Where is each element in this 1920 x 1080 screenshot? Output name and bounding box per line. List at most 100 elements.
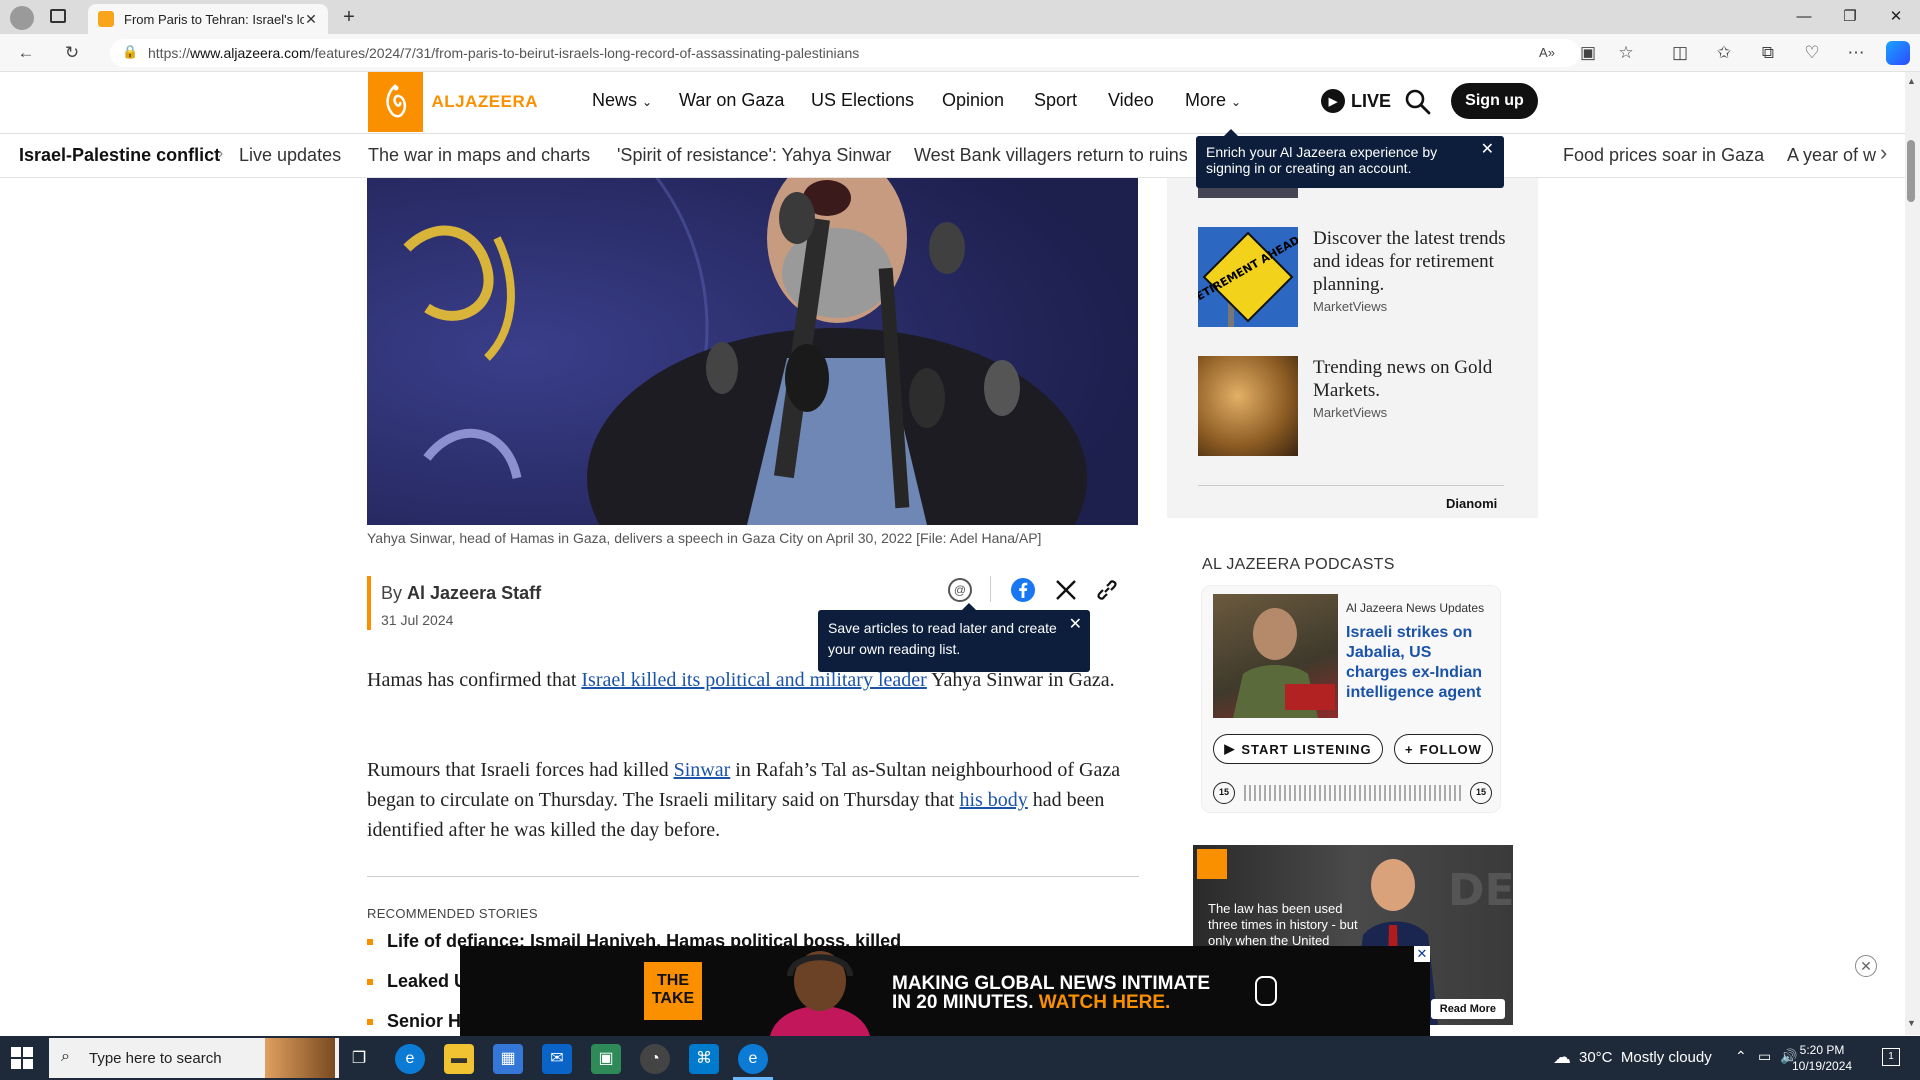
- immersive-reader-icon[interactable]: ▣: [1576, 42, 1600, 64]
- mail-icon[interactable]: ✉: [542, 1044, 572, 1074]
- ad-close-icon[interactable]: ✕: [1414, 946, 1430, 962]
- browser-essentials-icon[interactable]: ♡: [1800, 42, 1824, 64]
- nav-video[interactable]: Video: [1108, 90, 1154, 111]
- taskbar-search-placeholder: Type here to search: [89, 1049, 222, 1067]
- the-take-logo: THE TAKE: [644, 962, 702, 1020]
- hero-caption: Yahya Sinwar, head of Hamas in Gaza, del…: [367, 530, 1042, 546]
- tab-actions-icon[interactable]: [50, 9, 66, 23]
- weather-widget[interactable]: ☁ 30°C Mostly cloudy: [1553, 1047, 1712, 1068]
- bookmark-icon[interactable]: @: [948, 578, 972, 602]
- skip-forward-icon[interactable]: 15: [1470, 782, 1492, 804]
- notifications-icon[interactable]: 1: [1882, 1048, 1900, 1066]
- back-icon[interactable]: ←: [14, 42, 38, 64]
- scroll-up-icon[interactable]: ▲: [1907, 76, 1916, 86]
- taskbar-clock[interactable]: 5:20 PM 10/19/2024: [1792, 1042, 1852, 1074]
- window-close-icon[interactable]: ✕: [1882, 6, 1910, 28]
- recommended-item[interactable]: Leaked U: [367, 971, 467, 992]
- chevron-right-icon[interactable]: ›: [1880, 140, 1887, 166]
- network-icon[interactable]: ▭: [1758, 1048, 1771, 1065]
- dianomi-logo[interactable]: Dianomi: [1446, 496, 1497, 511]
- nav-label: More: [1185, 90, 1227, 110]
- topic-title[interactable]: Israel-Palestine conflict: [19, 145, 220, 166]
- nav-news[interactable]: News ⌄: [592, 90, 652, 111]
- minimize-icon[interactable]: —: [1790, 6, 1818, 28]
- store-icon[interactable]: ▦: [493, 1044, 523, 1074]
- search-icon[interactable]: [1404, 88, 1432, 116]
- podcasts-heading: AL JAZEERA PODCASTS: [1202, 556, 1395, 573]
- edge-icon[interactable]: e: [395, 1044, 425, 1074]
- browser-tab-active[interactable]: From Paris to Tehran: Israel's long ✕: [88, 4, 328, 34]
- vscode-icon[interactable]: ⌘: [689, 1044, 719, 1074]
- profile-icon[interactable]: [10, 6, 34, 30]
- article-link-sinwar[interactable]: Sinwar: [674, 759, 731, 781]
- file-explorer-icon[interactable]: ▬: [444, 1044, 474, 1074]
- promo-title[interactable]: Discover the latest trends and ideas for…: [1313, 227, 1513, 296]
- topic-a-year-of-war[interactable]: A year of w: [1787, 145, 1885, 166]
- task-view-icon[interactable]: ❐: [344, 1044, 374, 1074]
- bottom-banner-ad[interactable]: THE TAKE MAKING GLOBAL NEWS INTIMATE IN …: [460, 946, 1430, 1036]
- app-icon[interactable]: ◔: [640, 1044, 670, 1074]
- podcast-cover-image[interactable]: [1213, 594, 1338, 718]
- read-aloud-icon[interactable]: A»: [1535, 42, 1559, 64]
- follow-button[interactable]: + FOLLOW: [1394, 734, 1493, 764]
- collections-icon[interactable]: ⧉: [1756, 42, 1780, 64]
- recommended-item[interactable]: Senior Ha: [367, 1011, 471, 1032]
- article-link-israel-killed[interactable]: Israel killed its political and military…: [581, 669, 926, 691]
- scroll-down-icon[interactable]: ▼: [1907, 1018, 1916, 1028]
- address-bar[interactable]: 🔒 https://www.aljazeera.com/features/202…: [110, 39, 1580, 67]
- byline-author[interactable]: Al Jazeera Staff: [407, 583, 541, 603]
- topic-west-bank[interactable]: West Bank villagers return to ruins: [914, 145, 1188, 166]
- restore-icon[interactable]: ❐: [1836, 6, 1864, 28]
- p1-text-end: Yahya Sinwar in Gaza.: [926, 669, 1115, 691]
- audio-waveform-scrubber[interactable]: [1244, 785, 1462, 801]
- podcast-title[interactable]: Israeli strikes on Jabalia, US charges e…: [1346, 623, 1496, 703]
- gold-nuggets-image[interactable]: [1198, 356, 1298, 456]
- live-button[interactable]: ▶ LIVE: [1321, 89, 1391, 113]
- edge-active-icon[interactable]: e: [738, 1044, 768, 1074]
- favorite-star-icon[interactable]: ☆: [1614, 42, 1638, 64]
- aljazeera-logo[interactable]: ALJAZEERA: [368, 72, 538, 132]
- split-screen-icon[interactable]: ◫: [1668, 42, 1692, 64]
- logo-wordmark: ALJAZEERA: [431, 92, 538, 111]
- nav-us-elections[interactable]: US Elections: [811, 90, 914, 111]
- share-divider: [990, 576, 991, 602]
- close-icon[interactable]: ✕: [1069, 614, 1082, 635]
- favorites-icon[interactable]: ✩: [1712, 42, 1736, 64]
- copilot-icon[interactable]: [1886, 41, 1910, 65]
- start-windows-icon[interactable]: [10, 1046, 34, 1070]
- retirement-sign-image[interactable]: RETIREMENT AHEAD: [1198, 227, 1298, 327]
- scrollbar-thumb[interactable]: [1907, 140, 1915, 202]
- more-options-icon[interactable]: ⋯: [1844, 42, 1868, 64]
- nav-opinion[interactable]: Opinion: [942, 90, 1004, 111]
- lock-icon[interactable]: 🔒: [122, 44, 138, 60]
- skip-back-icon[interactable]: 15: [1213, 782, 1235, 804]
- facebook-icon[interactable]: [1011, 578, 1035, 602]
- sign-up-button[interactable]: Sign up: [1451, 83, 1538, 119]
- topic-food-prices[interactable]: Food prices soar in Gaza: [1563, 145, 1764, 166]
- article-link-his-body[interactable]: his body: [959, 789, 1027, 811]
- url-path: /features/2024/7/31/from-paris-to-beirut…: [310, 45, 860, 61]
- bottom-ad-headline: MAKING GLOBAL NEWS INTIMATE IN 20 MINUTE…: [892, 974, 1210, 1012]
- refresh-icon[interactable]: ↻: [60, 42, 84, 64]
- chevron-up-icon[interactable]: ⌃: [1735, 1048, 1747, 1065]
- page-scrollbar[interactable]: [1905, 72, 1920, 1035]
- copy-link-icon[interactable]: [1095, 578, 1119, 602]
- nav-more[interactable]: More ⌄: [1185, 90, 1241, 111]
- taskbar-search-input[interactable]: ⌕ Type here to search: [49, 1038, 339, 1078]
- nav-war-on-gaza[interactable]: War on Gaza: [679, 90, 784, 111]
- topic-spirit-of-resistance[interactable]: 'Spirit of resistance': Yahya Sinwar: [617, 145, 891, 166]
- start-listening-button[interactable]: ▶ START LISTENING: [1213, 734, 1383, 764]
- nav-label: News: [592, 90, 638, 110]
- promo-title[interactable]: Trending news on Gold Markets.: [1313, 356, 1513, 402]
- close-icon[interactable]: ✕: [1481, 142, 1494, 158]
- new-tab-icon[interactable]: +: [338, 6, 360, 28]
- read-more-button[interactable]: Read More: [1430, 999, 1505, 1019]
- nav-sport[interactable]: Sport: [1034, 90, 1077, 111]
- photos-icon[interactable]: ▣: [591, 1044, 621, 1074]
- x-twitter-icon[interactable]: [1054, 578, 1078, 602]
- ad-line-2: IN 20 MINUTES.: [892, 992, 1039, 1013]
- close-icon[interactable]: ✕: [1855, 955, 1877, 977]
- topic-maps-and-charts[interactable]: The war in maps and charts: [368, 145, 590, 166]
- tab-close-icon[interactable]: ✕: [304, 11, 318, 28]
- topic-live-updates[interactable]: Live updates: [239, 145, 341, 166]
